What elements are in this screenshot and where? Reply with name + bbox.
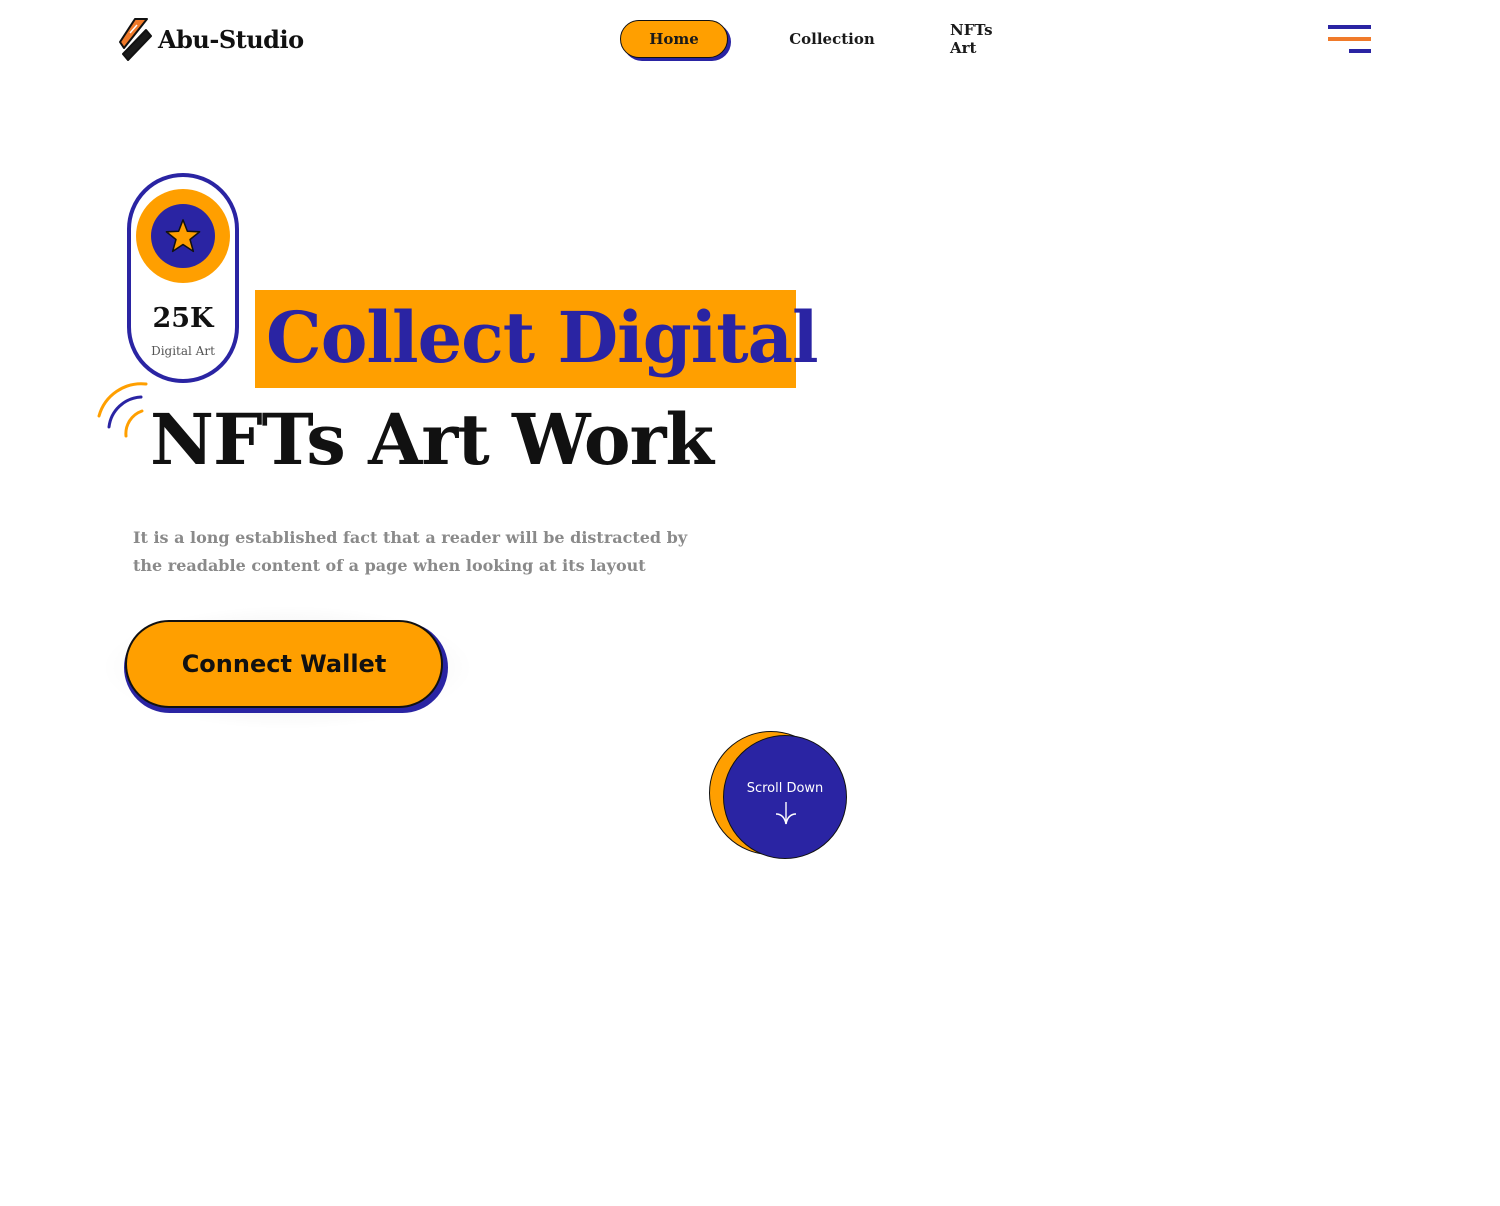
nav-nfts-art[interactable]: NFTs Art bbox=[950, 20, 1020, 58]
nav-collection[interactable]: Collection bbox=[789, 20, 875, 58]
stat-badge: 25K Digital Art bbox=[127, 173, 239, 383]
hero-title: NFTs Art Work bbox=[150, 398, 714, 481]
scroll-down-label: Scroll Down bbox=[746, 781, 824, 796]
hero-highlight-heading: Collect Digital bbox=[266, 296, 819, 379]
stat-value: 25K bbox=[152, 303, 214, 334]
arrow-down-icon bbox=[775, 802, 797, 825]
menu-line bbox=[1349, 49, 1371, 53]
connect-wallet-button[interactable]: Connect Wallet bbox=[125, 620, 443, 708]
badge-inner-circle bbox=[151, 204, 215, 268]
brand-name: Abu-Studio bbox=[158, 24, 304, 54]
brush-logo-icon bbox=[119, 18, 152, 61]
scroll-down-button[interactable]: Scroll Down bbox=[723, 735, 847, 859]
sparkle-arcs-icon bbox=[97, 382, 148, 438]
stat-label: Digital Art bbox=[151, 344, 215, 358]
badge-circle bbox=[136, 189, 230, 283]
star-icon bbox=[165, 219, 201, 253]
menu-line bbox=[1328, 25, 1371, 29]
brand-logo[interactable]: Abu-Studio bbox=[116, 16, 304, 62]
hero-description: It is a long established fact that a rea… bbox=[133, 528, 688, 575]
nav-home[interactable]: Home bbox=[620, 20, 728, 58]
hamburger-menu-icon[interactable] bbox=[1328, 24, 1372, 56]
menu-line bbox=[1328, 37, 1371, 41]
